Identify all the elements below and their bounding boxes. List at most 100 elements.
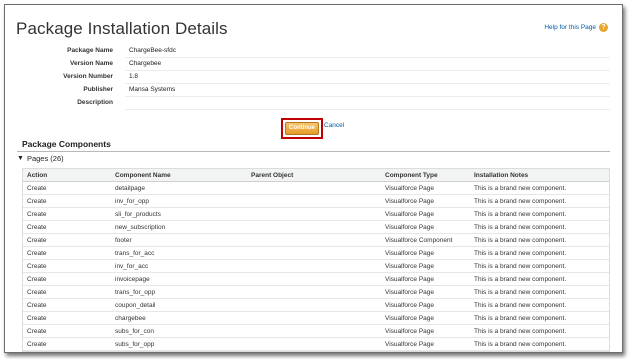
cell-component-name: trans_for_opp: [111, 285, 247, 299]
cell-installation-notes: This is a brand new component.: [470, 194, 609, 208]
detail-value: 1.8: [129, 73, 139, 80]
detail-label: Version Name: [70, 60, 113, 67]
table-row: Create invoicepage Visualforce Page This is…: [23, 272, 609, 286]
cell-action: Create: [23, 220, 111, 234]
cell-installation-notes: This is a brand new component.: [470, 259, 609, 273]
cell-installation-notes: This is a brand new component.: [470, 324, 609, 338]
cell-installation-notes: This is a brand new component.: [470, 246, 609, 260]
cell-component-name: chargebee: [111, 311, 247, 325]
cell-component-type: Visualforce Page: [381, 194, 470, 208]
cell-installation-notes: This is a brand new component.: [470, 207, 609, 221]
cell-installation-notes: This is a brand new component.: [470, 220, 609, 234]
cell-action: Create: [23, 272, 111, 286]
cell-component-type: Visualforce Page: [381, 181, 470, 195]
cell-parent-object: [247, 194, 381, 208]
cell-installation-notes: This is a brand new component.: [470, 233, 609, 247]
cell-parent-object: [247, 285, 381, 299]
cell-component-name: trans_for_acc: [111, 246, 247, 260]
help-icon[interactable]: ?: [599, 23, 608, 32]
cell-component-name: coupon_detail: [111, 298, 247, 312]
cell-component-type: Visualforce Page: [381, 207, 470, 221]
detail-row-version-number: Version Number 1.8: [63, 71, 610, 84]
section-divider: [17, 151, 610, 152]
cell-installation-notes: This is a brand new component.: [470, 272, 609, 286]
detail-row-description: Description: [77, 97, 610, 110]
cell-installation-notes: This is a brand new component.: [470, 337, 609, 351]
cell-parent-object: [247, 324, 381, 338]
section-title: Package Components: [22, 139, 111, 149]
cell-parent-object: [247, 311, 381, 325]
cell-parent-object: [247, 181, 381, 195]
cell-parent-object: [247, 337, 381, 351]
cell-parent-object: [247, 272, 381, 286]
cell-component-name: invoicepage: [111, 272, 247, 286]
column-header: Installation Notes: [470, 169, 609, 182]
cell-component-name: sli_for_products: [111, 207, 247, 221]
cell-action: Create: [23, 207, 111, 221]
cell-action: Create: [23, 194, 111, 208]
column-header: Parent Object: [247, 169, 381, 182]
cell-component-name: footer: [111, 233, 247, 247]
table-row: Create trans_for_acc Visualforce Page This …: [23, 246, 609, 260]
cell-installation-notes: This is a brand new component.: [470, 311, 609, 325]
column-header: Component Name: [111, 169, 247, 182]
installation-window: Package Installation Details Help for th…: [4, 4, 623, 353]
table-row: Create subs_for_con Visualforce Page This i…: [23, 324, 609, 338]
page-title: Package Installation Details: [16, 19, 228, 38]
cell-component-name: new_subscription: [111, 220, 247, 234]
cell-action: Create: [23, 337, 111, 351]
cell-action: Create: [23, 181, 111, 195]
cell-component-name: subs_for_con: [111, 324, 247, 338]
table-row: Create detailpage Visualforce Page This is …: [23, 181, 609, 195]
cell-action: Create: [23, 311, 111, 325]
cell-installation-notes: This is a brand new component.: [470, 181, 609, 195]
cell-parent-object: [247, 220, 381, 234]
detail-label: Publisher: [83, 86, 113, 93]
table-row: Create new_subscription Visualforce Page Th…: [23, 220, 609, 234]
cell-action: Create: [23, 285, 111, 299]
detail-value: ChargeBee-sfdc: [129, 47, 176, 54]
table-header-row: Action Component Name Parent Object Comp…: [23, 169, 609, 182]
cell-installation-notes: This is a brand new component.: [470, 285, 609, 299]
components-table: Action Component Name Parent Object Comp…: [22, 168, 610, 352]
column-header: Component Type: [381, 169, 470, 182]
table-row: Create subs_for_opp Visualforce Page This i…: [23, 337, 609, 351]
cell-parent-object: [247, 233, 381, 247]
detail-label: Version Number: [63, 73, 113, 80]
detail-row-package-name: Package Name ChargeBee-sfdc: [67, 45, 610, 58]
detail-value: Mansa Systems: [129, 86, 176, 93]
cell-action: Create: [23, 298, 111, 312]
help-link[interactable]: Help for this Page ?: [544, 23, 608, 32]
detail-row-version-name: Version Name Chargebee: [70, 58, 610, 71]
cell-action: Create: [23, 233, 111, 247]
continue-button-highlight: Continue: [281, 118, 323, 139]
table-row: Create trans_for_opp Visualforce Page This …: [23, 285, 609, 299]
cell-action: Create: [23, 246, 111, 260]
cancel-link[interactable]: Cancel: [324, 122, 344, 129]
cell-component-type: Visualforce Page: [381, 337, 470, 351]
pages-group-label[interactable]: Pages (26): [27, 154, 64, 163]
cell-component-type: Visualforce Page: [381, 272, 470, 286]
pages-group-toggle[interactable]: ▼ Pages (26): [17, 154, 64, 163]
help-link-label[interactable]: Help for this Page: [544, 24, 596, 31]
detail-label: Description: [77, 99, 113, 106]
table-row: Create chargebee Visualforce Page This is a…: [23, 311, 609, 325]
table-row: Create inv_for_acc Visualforce Page This is…: [23, 259, 609, 273]
table-row: Create inv_for_opp Visualforce Page This is…: [23, 194, 609, 208]
cell-component-type: Visualforce Page: [381, 324, 470, 338]
cell-action: Create: [23, 259, 111, 273]
package-details: Package Name ChargeBee-sfdc Version Name…: [5, 45, 622, 110]
cell-parent-object: [247, 259, 381, 273]
table-row: Create sli_for_products Visualforce Page Th…: [23, 207, 609, 221]
cell-action: Create: [23, 324, 111, 338]
continue-button[interactable]: Continue: [285, 122, 319, 135]
cell-component-type: Visualforce Page: [381, 246, 470, 260]
cell-component-type: Visualforce Page: [381, 259, 470, 273]
table-row: Create coupon_detail Visualforce Page This …: [23, 298, 609, 312]
cell-component-name: inv_for_acc: [111, 259, 247, 273]
cell-component-type: Visualforce Page: [381, 311, 470, 325]
caret-down-icon[interactable]: ▼: [17, 155, 24, 162]
detail-value: Chargebee: [129, 60, 162, 67]
table-row: Create footer Visualforce Component This is…: [23, 233, 609, 247]
cell-component-type: Visualforce Page: [381, 220, 470, 234]
